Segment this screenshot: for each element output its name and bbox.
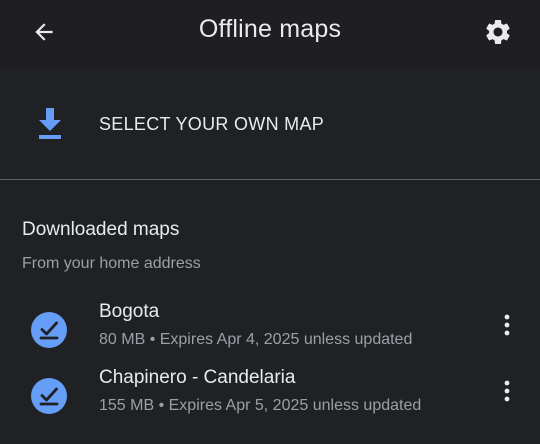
app-bar: Offline maps bbox=[0, 0, 540, 68]
offline-maps-screen: Offline maps SELECT YOUR OWN MAP Downloa… bbox=[0, 0, 540, 444]
downloaded-check-icon bbox=[31, 378, 67, 414]
select-own-map-label: SELECT YOUR OWN MAP bbox=[99, 114, 325, 134]
more-options-button[interactable] bbox=[492, 373, 522, 409]
map-name: Chapinero - Candelaria bbox=[99, 367, 296, 388]
settings-button[interactable] bbox=[474, 9, 522, 55]
page-title: Offline maps bbox=[198, 15, 342, 43]
map-item-bogota[interactable]: Bogota 80 MB • Expires Apr 4, 2025 unles… bbox=[0, 301, 540, 363]
gear-icon bbox=[486, 19, 510, 44]
downloaded-maps-heading: Downloaded maps bbox=[22, 219, 180, 240]
divider bbox=[0, 179, 540, 180]
map-item-chapinero-candelaria[interactable]: Chapinero - Candelaria 155 MB • Expires … bbox=[0, 367, 540, 429]
map-meta: 80 MB • Expires Apr 4, 2025 unless updat… bbox=[99, 331, 413, 348]
more-vert-icon bbox=[504, 314, 510, 336]
map-name: Bogota bbox=[99, 301, 160, 322]
downloaded-maps-subtitle: From your home address bbox=[22, 255, 201, 272]
downloaded-check-icon bbox=[31, 312, 67, 348]
more-options-button[interactable] bbox=[492, 307, 522, 343]
more-vert-icon bbox=[504, 380, 510, 402]
download-icon bbox=[39, 108, 61, 139]
map-meta: 155 MB • Expires Apr 5, 2025 unless upda… bbox=[99, 397, 422, 414]
select-own-map-button[interactable]: SELECT YOUR OWN MAP bbox=[0, 88, 540, 160]
